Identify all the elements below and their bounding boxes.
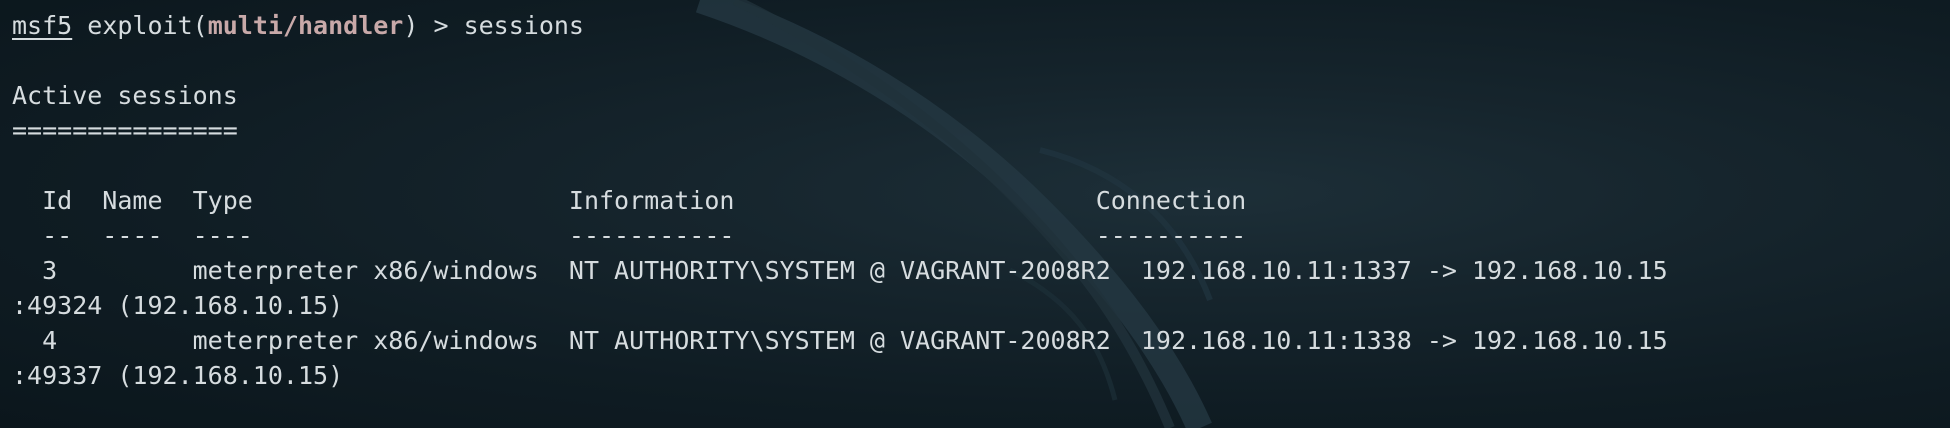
prompt-module: multi/handler (207, 11, 404, 40)
prompt-name: msf5 (12, 11, 73, 40)
session-row-line2: :49337 (192.168.10.15) (12, 361, 344, 390)
sessions-heading-underline: =============== (12, 116, 238, 145)
session-row-line2: :49324 (192.168.10.15) (12, 291, 344, 320)
prompt-context-suffix: ) > (403, 11, 464, 40)
session-row-line1: 3 meterpreter x86/windows NT AUTHORITY\S… (12, 256, 1668, 285)
command-text: sessions (463, 11, 584, 40)
terminal-window[interactable]: msf5 exploit(multi/handler) > sessions Ac… (0, 0, 1950, 428)
table-separator-row: -- ---- ---- ----------- ---------- (12, 221, 1247, 250)
table-header-row: Id Name Type Information Connection (12, 186, 1247, 215)
prompt-context-prefix: exploit( (72, 11, 208, 40)
sessions-heading: Active sessions (12, 81, 238, 110)
terminal-output: msf5 exploit(multi/handler) > sessions Ac… (12, 8, 1668, 393)
session-row-line1: 4 meterpreter x86/windows NT AUTHORITY\S… (12, 326, 1668, 355)
prompt-line: msf5 exploit(multi/handler) > sessions (12, 8, 1668, 43)
